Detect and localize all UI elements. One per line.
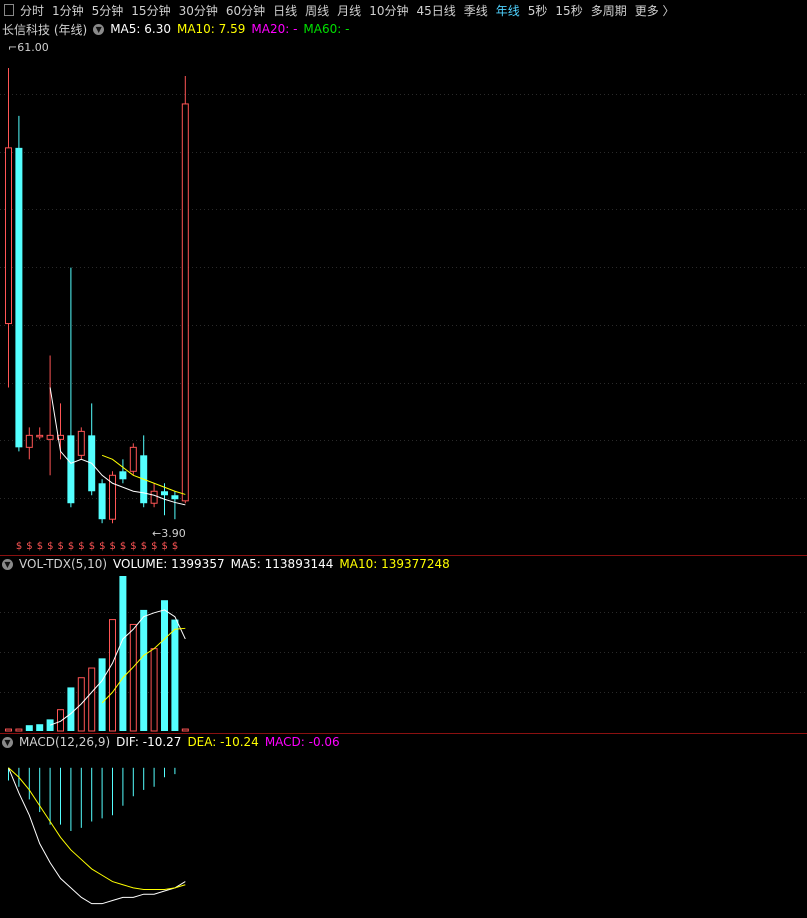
tab-period-15[interactable]: 多周期: [591, 2, 627, 19]
dollar-marker: $: [26, 541, 33, 552]
dollar-marker: $: [99, 541, 106, 552]
tab-period-10[interactable]: 45日线: [416, 2, 455, 19]
volume-chart[interactable]: [0, 572, 807, 732]
dollar-marker: $: [15, 541, 23, 552]
candle-body: [36, 434, 44, 438]
tab-period-16[interactable]: 更多 〉: [635, 2, 675, 19]
macd-name: MACD(12,26,9): [19, 735, 111, 749]
tab-period-14[interactable]: 15秒: [555, 2, 582, 19]
dollar-marker: $: [171, 541, 179, 552]
volume-bar: [98, 658, 106, 731]
tab-period-0[interactable]: 分时: [20, 2, 44, 19]
dollar-marker: $: [47, 541, 54, 552]
stock-title: 长信科技 (年线): [2, 22, 88, 37]
candle-body: [181, 103, 189, 502]
candle-body: [171, 495, 179, 500]
macd-chart[interactable]: [0, 750, 807, 916]
candle-body: [98, 483, 106, 520]
ma5-label: MA5: 6.30: [110, 22, 171, 36]
volume-bar: [129, 623, 137, 732]
volume-bar: [25, 725, 33, 731]
tab-period-13[interactable]: 5秒: [528, 2, 548, 19]
dollar-marker: $: [109, 541, 116, 552]
dropdown-icon[interactable]: ▼: [2, 558, 13, 570]
volume-bar: [15, 728, 23, 732]
volume-bar: [181, 728, 189, 732]
candle-body: [77, 430, 85, 456]
dropdown-icon[interactable]: ▼: [2, 736, 13, 748]
panel-toggle-icon[interactable]: [4, 4, 14, 16]
volume-bar: [36, 724, 44, 731]
ma20-label: MA20: -: [251, 22, 298, 36]
dollar-marker: $: [161, 541, 168, 552]
dollar-marker: $: [151, 541, 158, 552]
volume-bar: [119, 576, 127, 731]
period-tabs: 分时 1分钟 5分钟 15分钟 30分钟 60分钟 日线 周线 月线 10分钟 45日线 季线 年线 5秒…: [20, 2, 683, 19]
volume-bar: [161, 600, 168, 731]
vol-volume: VOLUME: 1399357: [113, 557, 225, 571]
candle-body: [150, 490, 158, 504]
dif-line: [8, 767, 186, 905]
candlestick-chart[interactable]: [0, 36, 807, 556]
candle-body: [5, 147, 12, 325]
dollar-marker: $: [88, 541, 96, 552]
volume-bar: [5, 728, 12, 732]
tab-period-4[interactable]: 30分钟: [179, 2, 218, 19]
volume-bar: [109, 619, 116, 732]
vol-ma5: MA5: 113893144: [230, 557, 334, 571]
volume-header: ▼ VOL-TDX(5,10) VOLUME: 1399357 MA5: 113…: [0, 556, 456, 572]
tab-period-6[interactable]: 日线: [273, 2, 297, 19]
dropdown-icon[interactable]: ▼: [93, 23, 105, 35]
dollar-marker: $: [57, 541, 64, 552]
macd-dif: DIF: -10.27: [116, 735, 182, 749]
macd-header: ▼ MACD(12,26,9) DIF: -10.27 DEA: -10.24 …: [0, 734, 346, 750]
volume-bar: [140, 609, 148, 731]
tab-period-1[interactable]: 1分钟: [52, 2, 84, 19]
candle-body: [46, 434, 54, 440]
macd-dea: DEA: -10.24: [187, 735, 259, 749]
dea-line: [8, 767, 186, 890]
tab-period-12[interactable]: 年线: [496, 2, 520, 19]
dollar-marker: $: [78, 541, 85, 552]
tab-period-11[interactable]: 季线: [464, 2, 488, 19]
candle-body: [161, 491, 168, 496]
dollar-marker: $: [140, 541, 148, 552]
low-price-label: ←3.90: [152, 527, 186, 540]
volume-bar: [88, 667, 96, 732]
ma60-label: MA60: -: [303, 22, 350, 36]
volume-bar: [67, 687, 75, 731]
dollar-marker: $: [119, 541, 127, 552]
dollar-marker: $: [67, 541, 75, 552]
volume-bar: [171, 619, 179, 731]
macd-value: MACD: -0.06: [264, 735, 340, 749]
candle-body: [129, 446, 137, 472]
candle-body: [15, 147, 23, 448]
volume-bar: [150, 648, 158, 732]
vol-ma10: MA10: 139377248: [339, 557, 450, 571]
tab-period-3[interactable]: 15分钟: [131, 2, 170, 19]
tab-period-9[interactable]: 10分钟: [369, 2, 408, 19]
tab-period-7[interactable]: 周线: [305, 2, 329, 19]
tab-period-8[interactable]: 月线: [337, 2, 361, 19]
main-chart-header: 长信科技 (年线) ▼ MA5: 6.30 MA10: 7.59 MA20: -…: [0, 21, 355, 37]
candle-body: [67, 435, 75, 504]
tab-period-2[interactable]: 5分钟: [92, 2, 124, 19]
high-price-label: ⌐61.00: [8, 41, 49, 54]
candle-body: [119, 471, 127, 480]
candle-body: [25, 434, 33, 448]
tab-period-5[interactable]: 60分钟: [226, 2, 265, 19]
dollar-marker: $: [130, 541, 137, 552]
vol-name: VOL-TDX(5,10): [19, 557, 108, 571]
period-toolbar: 分时 1分钟 5分钟 15分钟 30分钟 60分钟 日线 周线 月线 10分钟 45日线 季线 年线 5秒…: [0, 0, 807, 20]
ma10-label: MA10: 7.59: [176, 22, 246, 36]
dollar-marker: $: [36, 541, 44, 552]
